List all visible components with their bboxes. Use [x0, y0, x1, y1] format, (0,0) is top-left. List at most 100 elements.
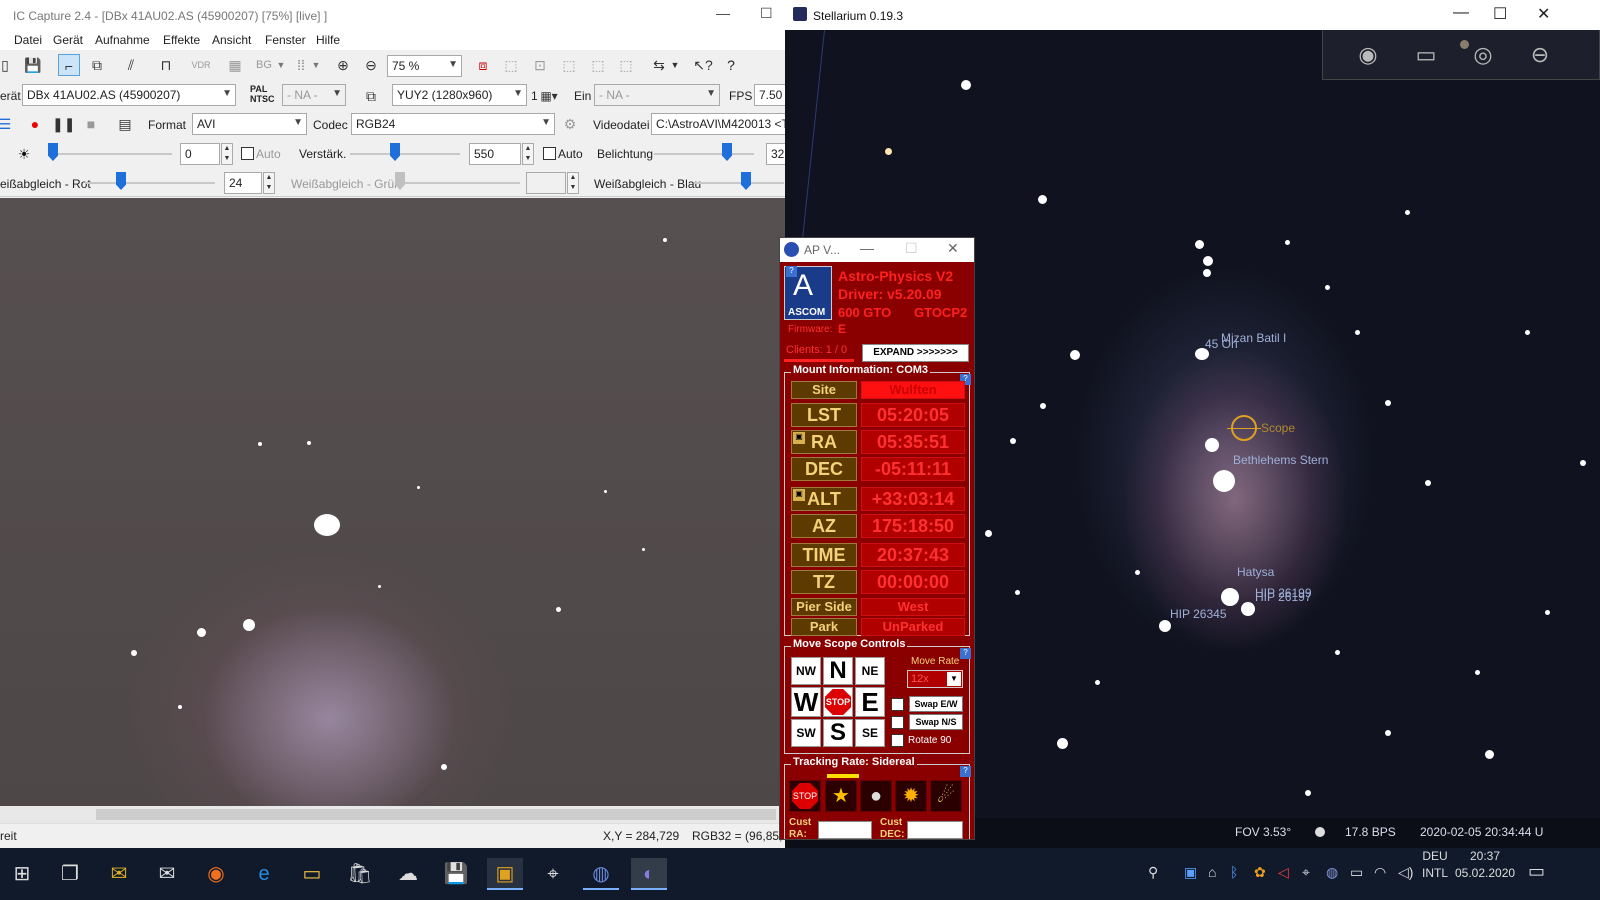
new-icon[interactable]: ▯	[0, 54, 16, 76]
help-icon[interactable]: ?	[960, 766, 971, 777]
save-tray-icon[interactable]: ▣	[1184, 864, 1197, 881]
zoom-in-icon[interactable]: ⊕	[332, 54, 354, 76]
maximize-button[interactable]: ☐	[905, 240, 918, 257]
menu-effekte[interactable]: Effekte	[163, 33, 200, 47]
wb-green-input[interactable]	[526, 172, 566, 194]
wifi-icon[interactable]: ◠	[1374, 864, 1386, 881]
swap-ew-button[interactable]: Swap E/W	[909, 696, 963, 712]
save-app-icon[interactable]: 💾	[438, 858, 474, 890]
speaker-icon[interactable]: ◁)	[1398, 864, 1413, 881]
windows-start-icon[interactable]: ⊞	[4, 858, 40, 890]
brightness-slider-track[interactable]	[48, 153, 172, 155]
minimize-button[interactable]: —	[716, 5, 730, 21]
brightness-input[interactable]: 0	[180, 143, 220, 165]
histogram-icon[interactable]: ⫽	[120, 54, 142, 76]
ocular-view-icon[interactable]: ◎	[1466, 40, 1500, 70]
settings-icon[interactable]: ⊖	[1523, 40, 1557, 70]
minimize-button[interactable]: —	[1453, 4, 1469, 22]
zoom-out-icon[interactable]: ⊖	[360, 54, 382, 76]
maximize-button[interactable]: ☐	[760, 5, 773, 22]
codec-select[interactable]: RGB24 ▼	[351, 113, 555, 135]
move-w-button[interactable]: W	[791, 687, 821, 717]
firefox-icon[interactable]: ◉	[198, 858, 234, 890]
context-help-icon[interactable]: ↖?	[692, 54, 714, 76]
move-sw-button[interactable]: SW	[791, 719, 821, 747]
swap-ew-checkbox[interactable]	[891, 698, 904, 711]
task-view-icon[interactable]: ❐	[52, 858, 88, 890]
swap-ns-checkbox[interactable]	[891, 716, 904, 729]
filter-icon[interactable]: ▦	[224, 54, 246, 76]
gain-input[interactable]: 550	[469, 143, 521, 165]
video-format-select[interactable]: YUY2 (1280x960) ▼	[392, 84, 527, 106]
people-icon[interactable]: ⚲	[1148, 864, 1158, 881]
mail-icon[interactable]: ✉	[149, 858, 185, 890]
exposure-slider-thumb[interactable]	[722, 143, 732, 161]
wb-red-slider-thumb[interactable]	[116, 172, 126, 190]
sidereal-star-icon[interactable]: ★	[825, 780, 857, 812]
bluetooth-icon[interactable]: ᛒ	[1230, 864, 1238, 880]
snapshot-icon[interactable]: ⧉	[86, 54, 108, 76]
device-select[interactable]: DBx 41AU02.AS (45900207) ▼	[22, 84, 236, 106]
exposure-input[interactable]: 32	[766, 143, 785, 165]
lock-icon[interactable]: ▣	[793, 432, 805, 444]
tracking-stop-button[interactable]: STOP	[789, 780, 821, 812]
solar-sun-icon[interactable]: ✹	[895, 780, 927, 812]
save-icon[interactable]: 💾	[22, 54, 44, 76]
notification-icon[interactable]: ▭	[1528, 861, 1545, 882]
codec-settings-icon[interactable]: ⚙	[559, 113, 581, 135]
gain-slider-thumb[interactable]	[390, 143, 400, 161]
binning-grid-icon[interactable]: ▦▾	[538, 85, 560, 107]
live-camera-icon[interactable]: ⌐	[58, 54, 80, 76]
videofile-field[interactable]: C:\AstroAVI\M420013 <TIM	[651, 113, 785, 135]
rotate-90-checkbox[interactable]	[891, 734, 904, 747]
move-s-button[interactable]: S	[823, 719, 853, 747]
record-icon[interactable]: ●	[24, 113, 46, 135]
cust-ra-input[interactable]	[818, 821, 872, 839]
wb-blue-slider-thumb[interactable]	[741, 172, 751, 190]
mail-app-icon[interactable]: ✉	[101, 858, 137, 890]
record-device-icon[interactable]: ⧈	[472, 54, 494, 76]
file-explorer-icon[interactable]: ▭	[294, 858, 330, 890]
roi-icon[interactable]: ⊡	[529, 54, 551, 76]
close-button[interactable]: ✕	[1537, 4, 1550, 24]
close-button[interactable]: ✕	[947, 240, 959, 257]
telescope-app-icon[interactable]: ⌖	[535, 858, 571, 890]
vdr-icon[interactable]: VDR	[190, 54, 212, 76]
lock-icon[interactable]: ▣	[793, 489, 805, 501]
wb-green-slider-track[interactable]	[395, 182, 520, 184]
wb-red-input[interactable]: 24	[224, 172, 262, 194]
menu-ansicht[interactable]: Ansicht	[212, 33, 251, 47]
export3-icon[interactable]: ⬚	[615, 54, 637, 76]
move-nw-button[interactable]: NW	[791, 657, 821, 685]
maximize-button[interactable]: ☐	[1493, 4, 1507, 24]
move-rate-select[interactable]: 12x ▼	[907, 670, 963, 688]
trigger-icon[interactable]: ⊓	[155, 54, 177, 76]
gain-auto-checkbox[interactable]	[543, 147, 556, 160]
swap-ns-button[interactable]: Swap N/S	[909, 714, 963, 730]
help-icon[interactable]: ?	[720, 54, 742, 76]
wb-blue-slider-track[interactable]	[694, 182, 784, 184]
wb-green-spinner[interactable]: ▲ ▼	[567, 172, 579, 194]
fps-select[interactable]: 7.50	[754, 84, 785, 106]
gain-spinner[interactable]: ▲ ▼	[522, 143, 534, 165]
move-e-button[interactable]: E	[855, 687, 885, 717]
horizontal-scrollbar[interactable]	[0, 806, 785, 823]
wb-red-slider-track[interactable]	[85, 182, 215, 184]
chevron-down-icon[interactable]: ▼	[664, 54, 686, 76]
input-select[interactable]: - NA - ▼	[594, 84, 720, 106]
zoom-select[interactable]: 75 % ▼	[387, 55, 462, 77]
chevron-down-icon[interactable]: ▼	[305, 54, 327, 76]
ocular-frame-icon[interactable]: ▭	[1409, 40, 1443, 70]
input-language-indicator[interactable]: DEU INTL	[1420, 848, 1450, 900]
clock[interactable]: 20:37 05.02.2020	[1455, 848, 1515, 900]
telescope-tray-icon[interactable]: ⌖	[1302, 864, 1310, 881]
menu-hilfe[interactable]: Hilfe	[316, 33, 340, 47]
wb-red-spinner[interactable]: ▲ ▼	[263, 172, 275, 194]
move-ne-button[interactable]: NE	[855, 657, 885, 685]
telescope-control-icon[interactable]: ◉	[1351, 40, 1385, 70]
move-n-button[interactable]: N	[823, 657, 853, 685]
globe-tray-icon[interactable]: ◍	[1326, 864, 1338, 881]
video-norm-select[interactable]: - NA - ▼	[282, 84, 346, 106]
battery-icon[interactable]: ▭	[1350, 864, 1363, 881]
menu-fenster[interactable]: Fenster	[265, 33, 306, 47]
